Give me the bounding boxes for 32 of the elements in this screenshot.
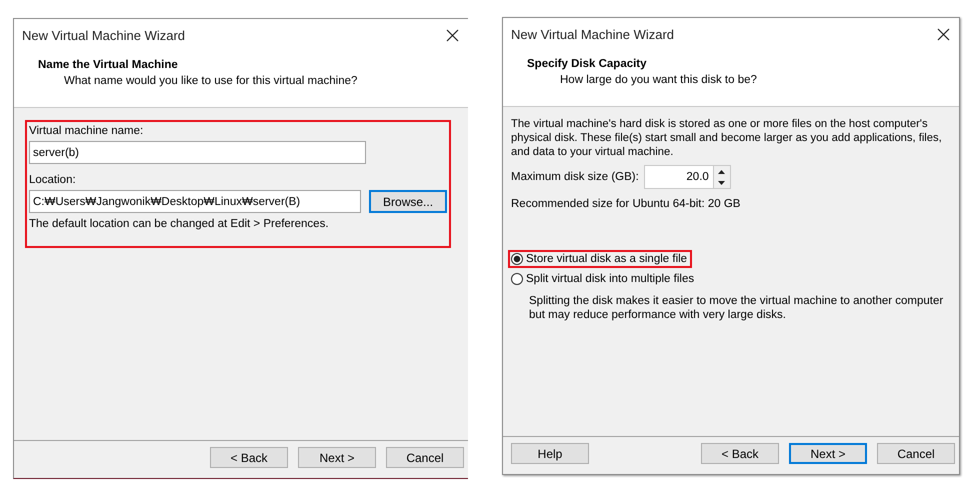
field-label: Virtual machine name: <box>29 125 144 137</box>
next-button[interactable]: Next > <box>789 443 867 464</box>
back-button[interactable]: < Back <box>701 443 779 464</box>
cancel-button[interactable]: Cancel <box>877 443 955 464</box>
radio-option[interactable]: Split virtual disk into multiple files <box>508 270 700 288</box>
hint-text: The default location can be changed at Edit > Preferences. <box>29 218 330 230</box>
close-icon[interactable] <box>937 28 950 40</box>
radio-option[interactable]: Store virtual disk as a single file <box>508 250 692 268</box>
window-title: New Virtual Machine Wizard <box>511 26 674 42</box>
name-field[interactable]: server(b) <box>29 141 366 164</box>
page-subheading: What name would you like to use for this virtual machine? <box>64 75 358 87</box>
browse-button[interactable]: Browse... <box>369 190 447 213</box>
next-button[interactable]: Next > <box>298 447 376 468</box>
option-description: Splitting the disk makes it easier to move the virtual machine to another computer but may reduce performance with very large disks. <box>529 294 944 322</box>
spin-up-icon[interactable] <box>718 170 726 174</box>
radio-button[interactable] <box>511 273 523 285</box>
description-text: The virtual machine's hard disk is stored as one or more files on the host computer's physical disk. These file(s) start small and become larger as you add applications, files, and data to your virtual machine. <box>511 117 943 159</box>
page-subheading: How large do you want this disk to be? <box>560 74 758 86</box>
window-title: New Virtual Machine Wizard <box>22 28 186 42</box>
number-field[interactable]: 20.0 <box>644 165 714 189</box>
field-label: Location: <box>29 174 77 186</box>
close-icon[interactable] <box>446 28 459 42</box>
cancel-button[interactable]: Cancel <box>386 447 464 468</box>
recommendation-text: Recommended size for Ubuntu 64-bit: 20 GB <box>511 198 742 210</box>
help-button[interactable]: Help <box>511 443 589 464</box>
page-heading: Specify Disk Capacity <box>527 58 648 70</box>
radio-button[interactable] <box>511 253 523 265</box>
field-label: Maximum disk size (GB): <box>511 171 639 183</box>
back-button[interactable]: < Back <box>210 447 288 468</box>
page-heading: Name the Virtual Machine <box>38 59 179 71</box>
location-field[interactable]: C:₩Users₩Jangwonik₩Desktop₩Linux₩server(B) <box>29 190 362 213</box>
spin-down-icon[interactable] <box>718 180 726 184</box>
